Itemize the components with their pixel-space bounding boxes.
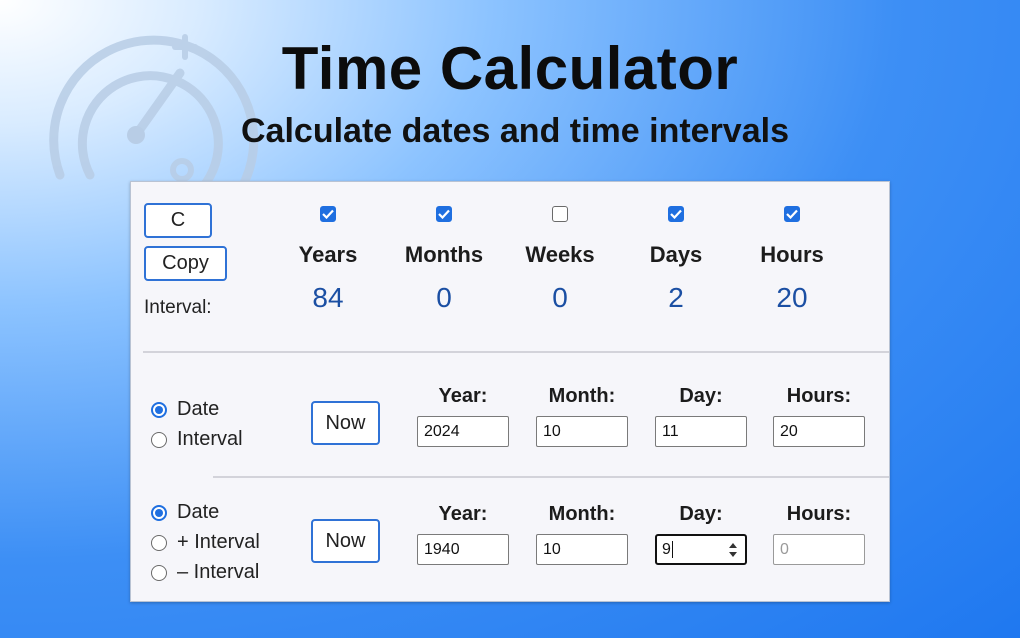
unit-name: Years [298,242,358,267]
days-checkbox[interactable] [668,206,684,222]
field-label: Hours: [786,385,852,407]
row1-radio-date[interactable]: Date [151,398,219,421]
field-label: Month: [548,503,616,525]
row2-radio-date[interactable]: Date [151,501,219,524]
hours-input[interactable]: 0 [773,534,865,565]
unit-value: 20 [776,282,808,313]
row2-month: Month: 10 [536,503,628,565]
page-subtitle: Calculate dates and time intervals [241,112,789,150]
unit-value: 2 [668,282,684,313]
row2-radio-plus-interval[interactable]: + Interval [151,531,260,554]
field-label: Day: [679,385,723,407]
weeks-checkbox[interactable] [552,206,568,222]
unit-months: Months 0 [389,206,499,314]
checkbox-checked-icon [670,209,682,219]
radio-button[interactable] [151,564,167,581]
unit-name: Days [649,242,703,267]
unit-hours: Hours 20 [737,206,847,314]
hours-checkbox[interactable] [784,206,800,222]
text-caret [671,541,673,559]
field-label: Hours: [786,503,852,525]
radio-button[interactable] [151,401,167,418]
day-input-value: 9 [662,541,671,558]
row1-day: Day: 11 [655,385,747,447]
field-label: Year: [438,503,488,525]
checkbox-checked-icon [438,209,450,219]
unit-value: 84 [312,282,344,313]
row1-hours: Hours: 20 [773,385,865,447]
row1-now-button[interactable]: Now [311,401,380,445]
hours-input[interactable]: 20 [773,416,865,447]
row1-month: Month: 10 [536,385,628,447]
unit-years: Years 84 [273,206,383,314]
row2-hours: Hours: 0 [773,503,865,565]
day-input[interactable]: 11 [655,416,747,447]
unit-days: Days 2 [621,206,731,314]
spinner-arrows-icon[interactable] [728,540,738,560]
field-label: Month: [548,385,616,407]
years-checkbox[interactable] [320,206,336,222]
month-input[interactable]: 10 [536,534,628,565]
divider [213,476,889,478]
unit-name: Weeks [525,242,595,267]
interval-label: Interval: [144,297,212,318]
page-title: Time Calculator [281,35,739,102]
radio-label: Date [177,398,220,420]
radio-button[interactable] [151,504,167,521]
checkbox-checked-icon [322,209,334,219]
row2-year: Year: 1940 [417,503,509,565]
unit-weeks: Weeks 0 [505,206,615,314]
radio-label: Interval [177,428,243,450]
radio-label: – Interval [177,561,260,583]
unit-name: Months [404,242,484,267]
months-checkbox[interactable] [436,206,452,222]
field-label: Day: [679,503,723,525]
clear-button[interactable]: C [144,203,212,238]
calculator-panel: C Copy Interval: Years 84 Months 0 Weeks… [130,181,890,602]
copy-button[interactable]: Copy [144,246,227,281]
unit-name: Hours [760,242,824,267]
row1-radio-interval[interactable]: Interval [151,428,243,451]
radio-button[interactable] [151,431,167,448]
row1-year: Year: 2024 [417,385,509,447]
year-input[interactable]: 1940 [417,534,509,565]
radio-label: + Interval [177,531,260,553]
month-input[interactable]: 10 [536,416,628,447]
day-input-focused[interactable]: 9 [655,534,747,565]
checkbox-checked-icon [786,209,798,219]
radio-button[interactable] [151,534,167,551]
unit-value: 0 [552,282,568,313]
row2-now-button[interactable]: Now [311,519,380,563]
row2-radio-minus-interval[interactable]: – Interval [151,561,259,584]
field-label: Year: [438,385,488,407]
unit-value: 0 [436,282,452,313]
radio-label: Date [177,501,220,523]
row2-day: Day: 9 [655,503,747,565]
year-input[interactable]: 2024 [417,416,509,447]
divider [143,351,889,353]
